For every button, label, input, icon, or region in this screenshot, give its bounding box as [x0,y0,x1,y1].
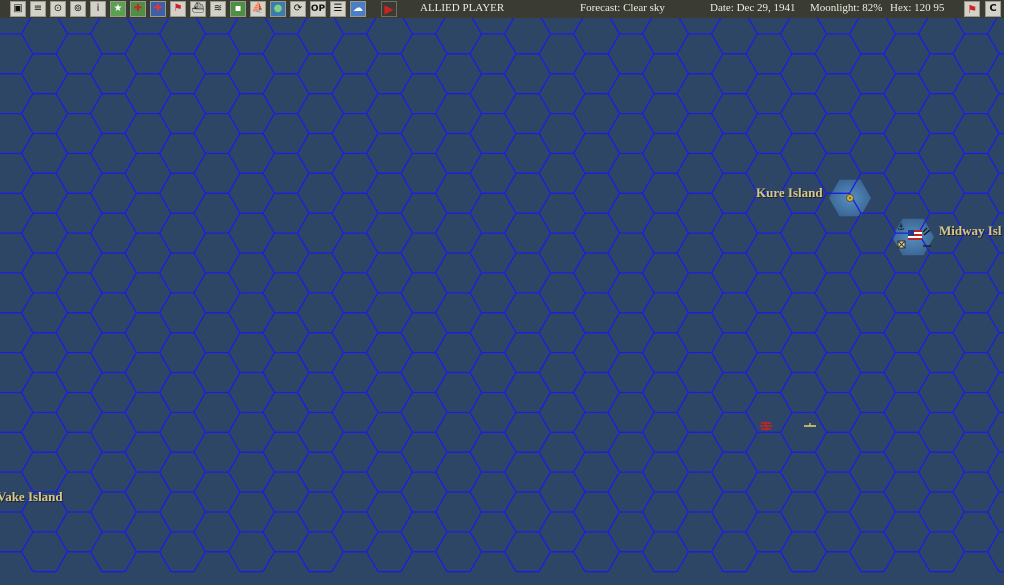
ship-icon[interactable]: ⛴ [190,1,206,17]
enemy-task-force-icon[interactable] [759,421,773,431]
svg-text:⚓: ⚓ [897,223,905,233]
victory-star-icon[interactable]: ★ [110,1,126,17]
map-view-icon[interactable]: ▣ [10,1,26,17]
weather-icon[interactable]: ☁ [350,1,366,17]
date-label: Date: Dec 29, 1941 [710,2,796,14]
kure-island-label: Kure Island [756,185,823,200]
forecast-label: Forecast: Clear sky [580,2,665,14]
friendly-task-force-icon[interactable] [803,423,817,429]
air-unit-icon[interactable]: ✚ [130,1,146,17]
c-button-label: C [989,3,997,14]
convoy-icon[interactable]: ≋ [210,1,226,17]
ops-label: OP [310,3,326,14]
report-icon[interactable]: ≡ [30,1,46,17]
cycle-icon[interactable]: ⟳ [290,1,306,17]
player-label: ALLIED PLAYER [420,2,505,14]
target-icon[interactable]: ⊙ [50,1,66,17]
hex-grid-path [0,18,1004,573]
hex-map[interactable]: Kure Island ⚓ Midway Isl Vake Island [0,18,1004,585]
midway-base-unit[interactable]: ⚓ [895,222,935,252]
base-icon[interactable]: ▪ [230,1,246,17]
moonlight-label: Moonlight: 82% [810,2,883,14]
c-button[interactable]: C [985,1,1001,17]
wake-island-label: Vake Island [0,489,63,504]
hex-grid [0,18,1004,573]
end-turn-icon[interactable]: ▶ [381,1,397,17]
us-flag-icon [908,230,922,240]
nation-flag-icon[interactable]: ⚑ [964,1,980,17]
info-icon[interactable]: i [90,1,106,17]
midway-island-label: Midway Isl [939,223,1002,238]
kure-atoll-marker[interactable] [845,193,855,203]
group-icon[interactable]: ⊚ [70,1,86,17]
right-margin [1004,0,1024,585]
fleet-icon[interactable]: ⛵ [250,1,266,17]
flag-icon[interactable]: ⚑ [170,1,186,17]
bomber-icon[interactable]: ✚ [150,1,166,17]
ops-icon[interactable]: OP [310,1,326,17]
hex-grid-lines [0,18,1004,573]
top-toolbar: ▣ ≡ ⊙ ⊚ i ★ ✚ ✚ ⚑ ⛴ ≋ ▪ ⛵ ● ⟳ OP ☰ ☁ ▶ A… [0,0,1004,19]
hex-coordinate-label: Hex: 120 95 [890,2,945,14]
globe-icon[interactable]: ● [270,1,286,17]
list-icon[interactable]: ☰ [330,1,346,17]
